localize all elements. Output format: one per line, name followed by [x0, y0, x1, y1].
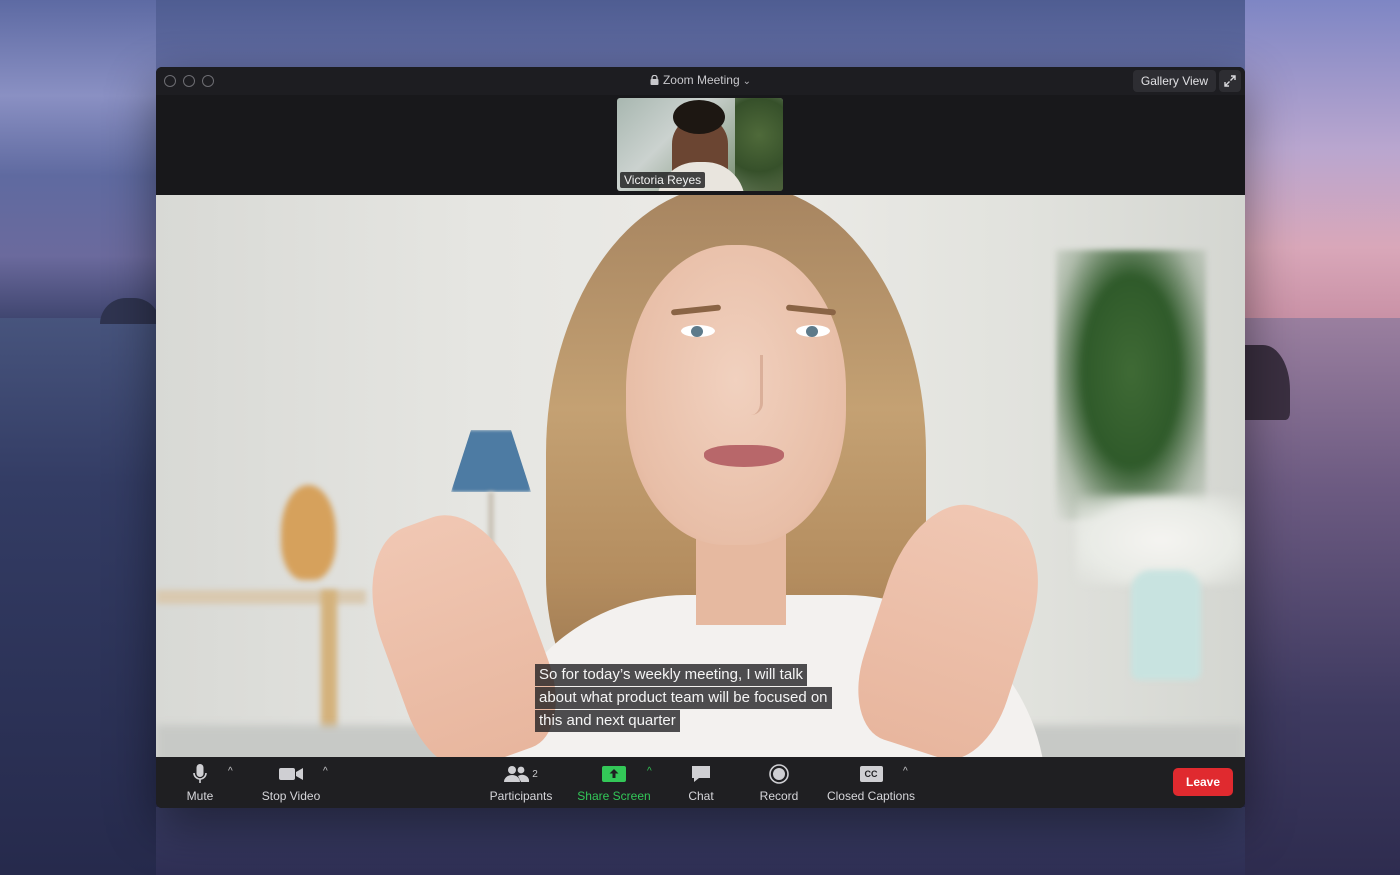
microphone-icon [193, 764, 207, 783]
share-screen-icon [602, 766, 626, 782]
participant-name-label: Victoria Reyes [620, 172, 706, 188]
chat-button[interactable]: Chat [681, 763, 721, 803]
background-vase [281, 485, 336, 580]
background-jar [1131, 570, 1201, 680]
caption-line: So for today’s weekly meeting, I will ta… [535, 664, 808, 686]
gallery-view-button[interactable]: Gallery View [1132, 70, 1216, 92]
video-camera-icon [279, 768, 303, 780]
cc-icon: CC [859, 766, 883, 782]
background-lamp [451, 430, 531, 492]
mute-button[interactable]: Mute [182, 763, 218, 803]
desktop-sea-bottom [156, 807, 1245, 875]
chat-bubble-icon [692, 766, 710, 782]
participants-label: Participants [489, 789, 553, 803]
record-label: Record [759, 789, 799, 803]
thumbnail-hair [673, 100, 725, 134]
thumbnail-strip: Victoria Reyes [156, 95, 1245, 195]
video-options-caret-icon[interactable]: ^ [323, 766, 328, 777]
participants-count: 2 [532, 768, 538, 780]
participants-icon [504, 766, 530, 782]
zoom-window: Zoom Meeting ⌄ Gallery View Victoria Reye… [156, 67, 1245, 808]
speaker-face [626, 245, 846, 545]
desktop-sky-left [0, 0, 156, 320]
leave-meeting-button[interactable]: Leave [1173, 768, 1233, 796]
expand-icon [1224, 75, 1236, 87]
participant-thumbnail[interactable]: Victoria Reyes [617, 98, 783, 191]
audio-options-caret-icon[interactable]: ^ [228, 766, 233, 777]
mute-label: Mute [186, 789, 214, 803]
desktop-sky-right [1245, 0, 1400, 330]
speaker-nose [741, 355, 763, 415]
speaker-mouth [704, 445, 784, 467]
caption-line: about what product team will be focused … [535, 687, 832, 709]
caption-line: this and next quarter [535, 710, 680, 732]
speaker-eye-right [796, 325, 830, 337]
closed-captions-label: Closed Captions [826, 789, 916, 803]
background-plant [1056, 250, 1206, 520]
meeting-toolbar: Mute ^ Stop Video ^ 2 Participants Share… [156, 757, 1245, 808]
share-options-caret-icon[interactable]: ^ [647, 766, 652, 777]
participants-button[interactable]: 2 Participants [486, 763, 556, 803]
thumbnail-plant [735, 98, 783, 191]
share-screen-label: Share Screen [577, 789, 651, 803]
closed-captions-overlay: So for today’s weekly meeting, I will ta… [535, 664, 875, 733]
main-video-feed[interactable]: So for today’s weekly meeting, I will ta… [156, 195, 1245, 757]
share-screen-button[interactable]: Share Screen [576, 763, 652, 803]
chevron-down-icon: ⌄ [742, 76, 752, 87]
window-title[interactable]: Zoom Meeting ⌄ [156, 73, 1245, 87]
title-bar: Zoom Meeting ⌄ Gallery View [156, 67, 1245, 95]
chat-label: Chat [688, 789, 714, 803]
desktop-sea-left [0, 318, 156, 875]
speaker-eye-left [681, 325, 715, 337]
fullscreen-button[interactable] [1219, 70, 1241, 92]
stop-video-button[interactable]: Stop Video [256, 763, 326, 803]
record-icon [769, 764, 789, 784]
captions-options-caret-icon[interactable]: ^ [903, 766, 908, 777]
lock-icon [650, 75, 659, 85]
stop-video-label: Stop Video [261, 789, 321, 803]
record-button[interactable]: Record [754, 763, 804, 803]
window-title-text: Zoom Meeting [662, 73, 740, 87]
